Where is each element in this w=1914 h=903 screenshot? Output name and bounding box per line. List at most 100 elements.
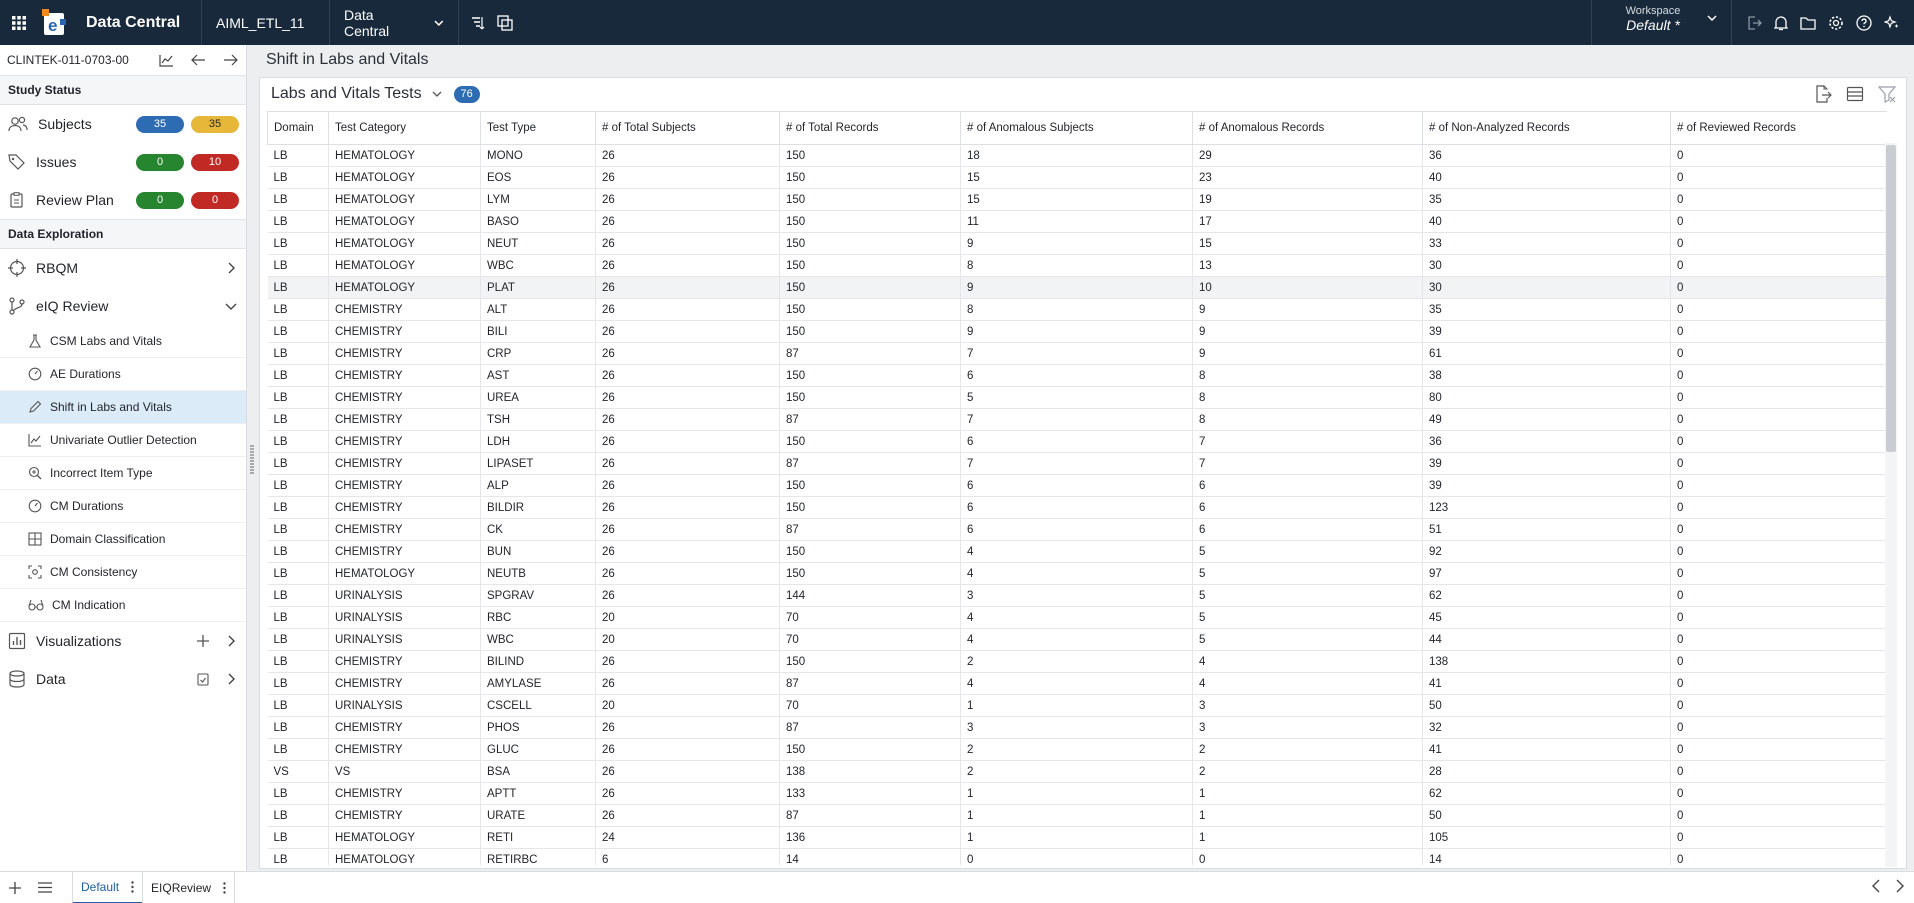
table-row[interactable]: LB CHEMISTRY AST 26 150 6 8 38 0 bbox=[267, 364, 1887, 387]
filter-list-icon[interactable] bbox=[471, 16, 487, 30]
column-header[interactable]: # of Total Records bbox=[779, 111, 961, 145]
table-row[interactable]: LB CHEMISTRY BUN 26 150 4 5 92 0 bbox=[267, 540, 1887, 563]
sidebar-item-subjects[interactable]: Subjects 35 35 bbox=[0, 105, 246, 143]
column-header[interactable]: # of Anomalous Subjects bbox=[960, 111, 1193, 145]
sidebar-item-cm-durations[interactable]: CM Durations bbox=[0, 490, 246, 523]
export-icon[interactable] bbox=[1746, 15, 1762, 31]
panel-title[interactable]: Labs and Vitals Tests bbox=[271, 85, 422, 103]
table-row[interactable]: LB CHEMISTRY BILI 26 150 9 9 39 0 bbox=[267, 320, 1887, 343]
table-row[interactable]: LB CHEMISTRY TSH 26 87 7 8 49 0 bbox=[267, 408, 1887, 431]
sidebar-item-incorrect-item-type[interactable]: Incorrect Item Type bbox=[0, 457, 246, 490]
layout-icon[interactable] bbox=[1846, 85, 1864, 103]
column-header[interactable]: # of Reviewed Records bbox=[1670, 111, 1887, 145]
filter-off-icon[interactable] bbox=[1878, 85, 1896, 103]
table-row[interactable]: LB CHEMISTRY APTT 26 133 1 1 62 0 bbox=[267, 782, 1887, 805]
table-row[interactable]: VS VS BSA 26 138 2 2 28 0 bbox=[267, 760, 1887, 783]
review-plan-badge-red[interactable]: 0 bbox=[191, 191, 239, 209]
table-row[interactable]: LB CHEMISTRY CRP 26 87 7 9 61 0 bbox=[267, 342, 1887, 365]
column-header[interactable]: Domain bbox=[267, 111, 329, 145]
sidebar-item-visualizations[interactable]: Visualizations bbox=[0, 622, 246, 660]
column-header[interactable]: # of Non-Analyzed Records bbox=[1422, 111, 1671, 145]
chevron-right-icon[interactable] bbox=[1896, 879, 1904, 893]
table-row[interactable]: LB URINALYSIS RBC 20 70 4 5 45 0 bbox=[267, 606, 1887, 629]
sidebar-resize-handle[interactable] bbox=[250, 445, 254, 475]
chevron-right-icon[interactable] bbox=[216, 262, 246, 274]
table-row[interactable]: LB HEMATOLOGY RETIRBC 6 14 0 0 14 0 bbox=[267, 848, 1887, 865]
table-scrollbar-thumb[interactable] bbox=[1886, 145, 1896, 452]
chevron-left-icon[interactable] bbox=[1872, 879, 1880, 893]
module-selector[interactable]: Data Central bbox=[329, 0, 458, 45]
sidebar-item-eiq-review[interactable]: eIQ Review bbox=[0, 287, 246, 325]
table-row[interactable]: LB HEMATOLOGY NEUTB 26 150 4 5 97 0 bbox=[267, 562, 1887, 585]
sparkle-icon[interactable] bbox=[1884, 14, 1900, 31]
table-row[interactable]: LB CHEMISTRY LIPASET 26 87 7 7 39 0 bbox=[267, 452, 1887, 475]
plus-icon[interactable] bbox=[190, 635, 216, 647]
table-row[interactable]: LB CHEMISTRY BILIND 26 150 2 4 138 0 bbox=[267, 650, 1887, 673]
chevron-right-icon[interactable] bbox=[216, 635, 246, 647]
add-tab-icon[interactable] bbox=[0, 881, 30, 894]
sidebar-item-csm-labs-vitals[interactable]: CSM Labs and Vitals bbox=[0, 325, 246, 358]
subjects-badge-yellow[interactable]: 35 bbox=[191, 115, 239, 133]
gear-icon[interactable] bbox=[1828, 15, 1844, 31]
table-row[interactable]: LB CHEMISTRY CK 26 87 6 6 51 0 bbox=[267, 518, 1887, 541]
study-selector[interactable]: AIML_ETL_11 bbox=[201, 0, 329, 45]
tab-eiqreview[interactable]: EIQReview bbox=[142, 871, 236, 903]
sidebar-item-ae-durations[interactable]: AE Durations bbox=[0, 358, 246, 391]
table-row[interactable]: LB HEMATOLOGY LYM 26 150 15 19 35 0 bbox=[267, 188, 1887, 211]
column-header[interactable]: # of Total Subjects bbox=[595, 111, 780, 145]
table-row[interactable]: LB HEMATOLOGY RETI 24 136 1 1 105 0 bbox=[267, 826, 1887, 849]
more-vertical-icon[interactable] bbox=[223, 881, 226, 894]
forward-arrow-icon[interactable] bbox=[214, 54, 246, 66]
sidebar-item-issues[interactable]: Issues 0 10 bbox=[0, 143, 246, 181]
bell-icon[interactable] bbox=[1774, 15, 1788, 31]
table-row[interactable]: LB HEMATOLOGY NEUT 26 150 9 15 33 0 bbox=[267, 232, 1887, 255]
chevron-down-icon[interactable] bbox=[432, 91, 442, 97]
table-row[interactable]: LB HEMATOLOGY EOS 26 150 15 23 40 0 bbox=[267, 166, 1887, 189]
export-file-icon[interactable] bbox=[1814, 85, 1832, 103]
sidebar-item-domain-classification[interactable]: Domain Classification bbox=[0, 523, 246, 556]
sidebar-item-review-plan[interactable]: Review Plan 0 0 bbox=[0, 181, 246, 219]
menu-icon[interactable] bbox=[30, 882, 60, 893]
column-header[interactable]: # of Anomalous Records bbox=[1192, 111, 1423, 145]
issues-badge-red[interactable]: 10 bbox=[191, 153, 239, 171]
column-header[interactable]: Test Type bbox=[480, 111, 596, 145]
app-grid-icon[interactable] bbox=[0, 0, 38, 45]
sidebar-item-cm-indication[interactable]: CM Indication bbox=[0, 589, 246, 622]
more-vertical-icon[interactable] bbox=[131, 880, 134, 893]
workspace-selector[interactable]: Workspace Default * bbox=[1591, 0, 1731, 45]
review-plan-badge-green[interactable]: 0 bbox=[136, 191, 184, 209]
copy-icon[interactable] bbox=[497, 14, 513, 31]
sidebar-item-shift-labs-vitals[interactable]: Shift in Labs and Vitals bbox=[0, 391, 246, 424]
chevron-down-icon[interactable] bbox=[216, 303, 246, 310]
table-row[interactable]: LB CHEMISTRY UREA 26 150 5 8 80 0 bbox=[267, 386, 1887, 409]
tab-default[interactable]: Default bbox=[72, 871, 143, 903]
trend-chart-icon[interactable] bbox=[150, 54, 182, 67]
sidebar-item-cm-consistency[interactable]: CM Consistency bbox=[0, 556, 246, 589]
subjects-badge-blue[interactable]: 35 bbox=[136, 115, 184, 133]
table-row[interactable]: LB HEMATOLOGY PLAT 26 150 9 10 30 0 bbox=[267, 276, 1887, 299]
column-header[interactable]: Test Category bbox=[328, 111, 481, 145]
table-row[interactable]: LB CHEMISTRY ALP 26 150 6 6 39 0 bbox=[267, 474, 1887, 497]
table-row[interactable]: LB CHEMISTRY AMYLASE 26 87 4 4 41 0 bbox=[267, 672, 1887, 695]
table-row[interactable]: LB CHEMISTRY URATE 26 87 1 1 50 0 bbox=[267, 804, 1887, 827]
table-row[interactable]: LB URINALYSIS CSCELL 20 70 1 3 50 0 bbox=[267, 694, 1887, 717]
table-row[interactable]: LB HEMATOLOGY MONO 26 150 18 29 36 0 bbox=[267, 144, 1887, 167]
table-row[interactable]: LB CHEMISTRY LDH 26 150 6 7 36 0 bbox=[267, 430, 1887, 453]
sidebar-item-univariate-outlier[interactable]: Univariate Outlier Detection bbox=[0, 424, 246, 457]
table-row[interactable]: LB CHEMISTRY PHOS 26 87 3 3 32 0 bbox=[267, 716, 1887, 739]
table-row[interactable]: LB URINALYSIS WBC 20 70 4 5 44 0 bbox=[267, 628, 1887, 651]
chevron-right-icon[interactable] bbox=[216, 673, 246, 685]
clipboard-check-icon[interactable] bbox=[190, 672, 216, 686]
table-row[interactable]: LB CHEMISTRY BILDIR 26 150 6 6 123 0 bbox=[267, 496, 1887, 519]
help-icon[interactable] bbox=[1856, 14, 1872, 31]
sidebar-item-data[interactable]: Data bbox=[0, 660, 246, 698]
back-arrow-icon[interactable] bbox=[182, 54, 214, 66]
table-row[interactable]: LB HEMATOLOGY WBC 26 150 8 13 30 0 bbox=[267, 254, 1887, 277]
sidebar-item-rbqm[interactable]: RBQM bbox=[0, 249, 246, 287]
folder-icon[interactable] bbox=[1800, 16, 1816, 30]
issues-badge-green[interactable]: 0 bbox=[136, 153, 184, 171]
table-row[interactable]: LB URINALYSIS SPGRAV 26 144 3 5 62 0 bbox=[267, 584, 1887, 607]
table-row[interactable]: LB CHEMISTRY ALT 26 150 8 9 35 0 bbox=[267, 298, 1887, 321]
table-row[interactable]: LB HEMATOLOGY BASO 26 150 11 17 40 0 bbox=[267, 210, 1887, 233]
table-row[interactable]: LB CHEMISTRY GLUC 26 150 2 2 41 0 bbox=[267, 738, 1887, 761]
